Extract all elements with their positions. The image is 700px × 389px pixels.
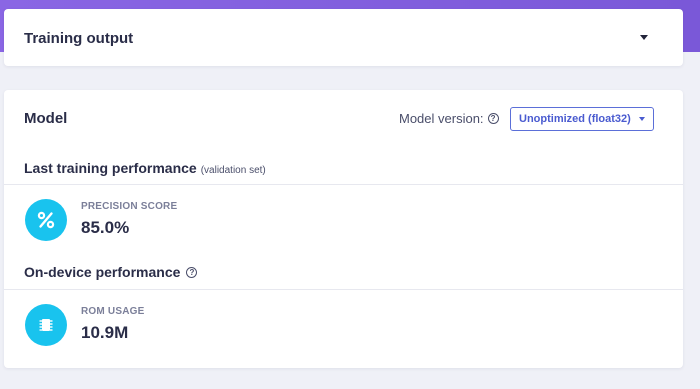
model-version-label-text: Model version: [399,111,484,126]
on-device-heading: On-device performance ? [24,264,198,280]
last-training-heading-text: Last training performance [24,160,197,176]
rom-usage-value: 10.9M [81,323,129,342]
help-icon[interactable]: ? [186,266,198,278]
precision-score-value: 85.0% [81,218,130,237]
model-version-label: Model version: ? [399,111,499,126]
training-output-title: Training output [24,30,134,47]
training-output-panel[interactable]: Training output [4,9,683,66]
model-title: Model [24,110,68,127]
rom-usage-label: ROM USAGE [81,306,145,317]
model-version-value: Unoptimized (float32) [519,113,631,125]
chip-icon [25,304,67,346]
validation-set-note: (validation set) [200,165,266,176]
help-icon[interactable]: ? [487,113,499,124]
percent-icon [25,199,67,241]
last-training-heading: Last training performance (validation se… [24,160,266,176]
model-version-select[interactable]: Unoptimized (float32) [510,107,654,131]
precision-score-label: PRECISION SCORE [81,201,178,212]
model-panel: Model Model version: ? Unoptimized (floa… [4,90,683,368]
divider [4,184,683,185]
divider [4,289,683,290]
on-device-heading-text: On-device performance [24,264,181,280]
chevron-down-icon[interactable] [640,35,648,40]
chevron-down-icon [639,117,645,121]
